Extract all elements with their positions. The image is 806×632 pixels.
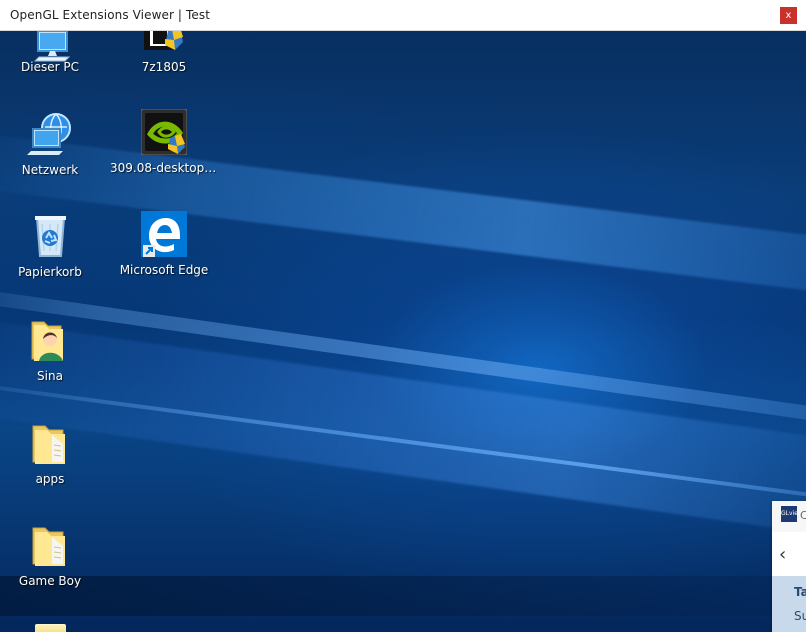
app-logo: GLview [781,506,803,522]
desktop-area: Dieser PC 7z1805 Netzwerk 309.08-desktop… [0,31,806,632]
desktop-icon-label: Microsoft Edge [119,263,209,277]
wallpaper-light-beam [0,281,806,435]
desktop-icon-nvidia-installer[interactable]: 309.08-desktop-wi... [110,109,218,195]
network-icon [27,113,71,155]
desktop-icon-label: Sina [37,369,63,383]
desktop-icon-label: Dieser PC [21,60,79,74]
wallpaper-light-beam [0,307,806,548]
desktop-icon-dieser-pc[interactable]: Dieser PC [0,31,104,117]
side-panel-preview: GLview C ‹ Ta Su [772,501,806,632]
partial-panel-subtitle: Su [794,609,806,623]
back-button[interactable]: ‹ [772,532,806,576]
desktop-icon-papierkorb[interactable]: Papierkorb [0,213,104,299]
partial-folder-icon[interactable] [35,624,66,632]
partial-header-text: C [800,509,806,522]
desktop-icon-netzwerk[interactable]: Netzwerk [0,111,104,197]
edge-icon [141,211,187,257]
desktop-icon-sina[interactable]: Sina [0,317,104,403]
window-titlebar: OpenGL Extensions Viewer | Test x [0,0,806,31]
folder-icon [32,527,65,566]
desktop-icon-label: Papierkorb [18,265,82,279]
desktop-icon-label: 309.08-desktop-wi... [110,161,218,175]
window-title: OpenGL Extensions Viewer | Test [10,8,211,22]
folder-icon [32,425,65,464]
side-panel-content: Ta Su [772,576,806,632]
wallpaper-light-beam [0,373,806,508]
desktop-icon-label: 7z1805 [141,60,187,74]
desktop-icon-7z1805[interactable]: 7z1805 [110,31,218,117]
desktop-icon-label: Netzwerk [21,163,79,177]
desktop-icon-microsoft-edge[interactable]: Microsoft Edge [110,211,218,297]
side-panel-header: GLview C [772,501,806,533]
desktop-icon-label: Game Boy [18,574,82,588]
partial-panel-title: Ta [794,585,806,599]
recycle-bin-icon [35,216,66,257]
nvidia-installer-icon [141,109,187,155]
desktop-icon-game-boy[interactable]: Game Boy [0,522,104,608]
desktop-icon-label: apps [35,472,65,486]
application-window: OpenGL Extensions Viewer | Test x Dieser… [0,0,806,632]
user-folder-icon [31,321,63,361]
desktop-icon-apps[interactable]: apps [0,420,104,506]
wallpaper-dark-band [0,576,806,616]
close-button[interactable]: x [780,7,797,24]
